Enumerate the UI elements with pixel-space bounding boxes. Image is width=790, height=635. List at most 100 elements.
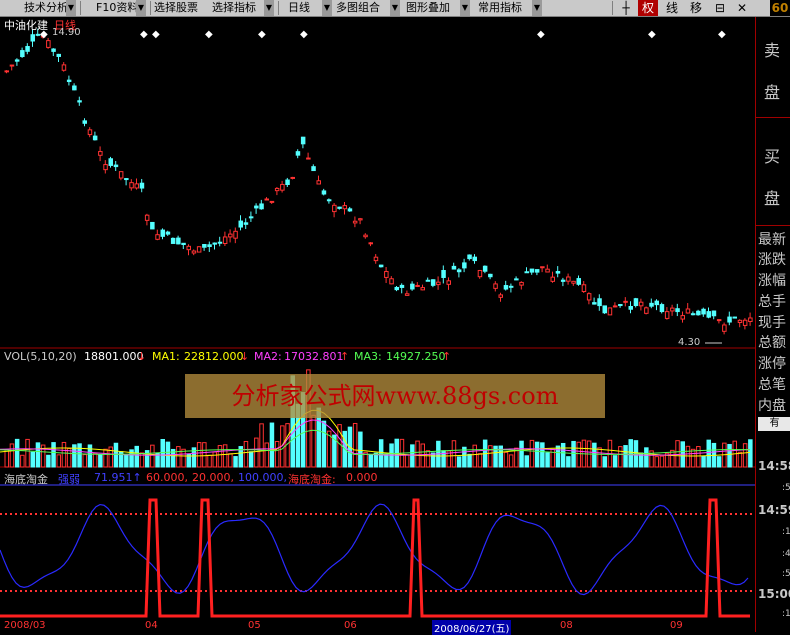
candle (748, 317, 753, 323)
candle (467, 254, 472, 260)
candle (420, 287, 425, 291)
candle (186, 245, 191, 251)
candle (134, 183, 139, 189)
menu-label: F10资料 (96, 1, 139, 14)
candle (373, 256, 379, 262)
menu-select-stock[interactable]: 选择股票 (154, 0, 210, 16)
menu-overlay[interactable]: 图形叠加 ▼ (406, 0, 470, 16)
menu-label: 日线 (288, 1, 310, 14)
tab-button[interactable]: 有 (758, 417, 790, 431)
volume-bar (737, 451, 743, 468)
volume-bar (716, 456, 722, 468)
signal-marker: ◆ (205, 29, 213, 40)
ma3-value: 14927.250 (386, 350, 446, 363)
indicator-panel[interactable]: 海底淘金 强弱 71.951↑ 60.000, 20.000, 100.000,… (0, 470, 755, 622)
volume-bar (467, 453, 472, 468)
candle (706, 311, 711, 318)
ma3-label: MA3: (354, 350, 382, 363)
candle (144, 214, 150, 221)
menu-f10[interactable]: F10资料 ▼ (84, 0, 146, 16)
candle (571, 280, 576, 284)
crosshair-icon[interactable]: ┼ (618, 0, 634, 16)
menu-common-indicator[interactable]: 常用指标 ▼ (478, 0, 542, 16)
volume-bar (82, 454, 87, 468)
volume-bar (217, 445, 223, 468)
candle (524, 271, 529, 274)
volume-bar (352, 422, 358, 468)
volume-bar (77, 443, 82, 468)
menu-label: 选择股票 (154, 1, 198, 14)
close-icon[interactable]: ✕ (734, 0, 750, 16)
candle (534, 269, 540, 273)
dropdown-arrow-icon: ▼ (264, 0, 274, 16)
separator (612, 1, 613, 15)
date-label: 09 (670, 620, 683, 631)
window-icon[interactable]: ⊟ (712, 0, 728, 16)
menu-label: 多图组合 (336, 1, 380, 14)
candle (202, 243, 207, 248)
low-price-label: 4.30 (678, 337, 701, 348)
menu-select-indicator[interactable]: 选择指标 ▼ (212, 0, 274, 16)
volume-bar (87, 444, 93, 468)
volume-bar (472, 444, 477, 468)
candle (638, 301, 644, 307)
volume-bar (243, 440, 249, 468)
candle (347, 208, 353, 212)
volume-bar (555, 445, 561, 468)
volume-bar (597, 447, 602, 468)
candle (228, 233, 233, 238)
candle (690, 313, 696, 316)
candle (176, 237, 181, 245)
candle (332, 204, 337, 213)
volume-bar (228, 453, 233, 468)
menu-label: 常用指标 (478, 1, 522, 14)
volume-bar (654, 456, 659, 468)
candle (155, 234, 160, 240)
candlestick-panel[interactable]: ◆ ◆ ◆ ◆ ◆ ◆ ◆ ◆ ◆ 中油化建 日线 14.90 4.30 (0, 17, 755, 349)
menu-period[interactable]: 日线 ▼ (282, 0, 332, 16)
volume-bar (368, 453, 373, 468)
time-label: 15:00 (758, 587, 790, 601)
volume-bar (61, 441, 67, 468)
date-label: 2008/03 (4, 620, 46, 631)
candle (150, 221, 155, 230)
volume-bar (20, 454, 25, 468)
date-label: 04 (145, 620, 158, 631)
volume-bar (51, 442, 56, 468)
candle (290, 176, 295, 179)
candle (165, 231, 171, 235)
candle (295, 151, 301, 156)
candle (488, 273, 493, 278)
candle (321, 190, 327, 195)
move-icon[interactable]: 移 (686, 0, 706, 16)
candle (649, 302, 654, 307)
line-icon[interactable]: 线 (662, 0, 682, 16)
volume-bar (30, 451, 35, 468)
volume-bar (212, 451, 217, 468)
menu-multi-chart[interactable]: 多图组合 ▼ (336, 0, 400, 16)
indicator-v3: 20.000, (192, 471, 234, 484)
volume-bar (524, 455, 529, 468)
candle (456, 269, 462, 273)
volume-bar (742, 443, 748, 468)
dropdown-arrow-icon: ▼ (460, 0, 470, 16)
candle (462, 262, 467, 269)
candle (139, 182, 145, 189)
indicator-v1: 71.951↑ (94, 471, 142, 484)
volume-bar (623, 445, 628, 468)
volume-bar (202, 442, 207, 468)
candle (160, 229, 165, 237)
volume-bar (222, 444, 228, 468)
tick-value: :1 (782, 609, 790, 619)
quan-icon[interactable]: 权 (638, 0, 658, 16)
menu-technical-analysis[interactable]: 技术分析 ▼ (4, 0, 76, 16)
bottom-fishing-signal (0, 498, 750, 618)
candle (124, 178, 129, 181)
volume-bar (207, 454, 212, 468)
date-label: 08 (560, 620, 573, 631)
ma3-arrow: ↑ (442, 350, 452, 363)
candle (618, 304, 623, 307)
candle (14, 59, 20, 62)
candle (191, 250, 197, 254)
candle (9, 64, 15, 67)
